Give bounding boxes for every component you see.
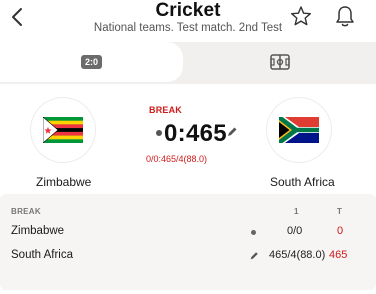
tab-bar: 2:0 bbox=[0, 42, 376, 84]
south-africa-flag bbox=[279, 117, 319, 143]
table-row[interactable]: Zimbabwe 0/0 0 bbox=[0, 222, 376, 246]
column-header-innings1: 1 bbox=[294, 207, 299, 216]
match-summary: Zimbabwe BREAK 0:465 0/0:465/4(88.0) Sou… bbox=[0, 84, 376, 194]
table-row[interactable]: South Africa 465/4(88.0) 465 bbox=[0, 246, 376, 270]
zimbabwe-flag bbox=[43, 117, 83, 143]
page-subtitle: National teams. Test match. 2nd Test bbox=[93, 22, 283, 34]
home-team-logo[interactable] bbox=[31, 98, 95, 162]
field-icon bbox=[269, 54, 290, 70]
page-title: Cricket bbox=[155, 0, 221, 21]
row-innings1: 465/4(88.0) bbox=[269, 249, 326, 261]
batting-dot-icon bbox=[156, 130, 162, 136]
table-status: BREAK bbox=[11, 207, 41, 216]
away-team-name[interactable]: South Africa bbox=[270, 175, 335, 189]
favorite-button[interactable] bbox=[290, 5, 312, 27]
row-innings1: 0/0 bbox=[287, 225, 303, 237]
tab-field[interactable] bbox=[183, 42, 376, 82]
tab-scoreboard[interactable]: 2:0 bbox=[0, 42, 183, 82]
home-team-name[interactable]: Zimbabwe bbox=[36, 175, 91, 189]
bell-icon bbox=[336, 6, 354, 27]
scoreboard-table: BREAK 1 T Zimbabwe 0/0 0 South Africa 46… bbox=[0, 194, 376, 290]
away-team-logo[interactable] bbox=[267, 98, 331, 162]
row-team-name: South Africa bbox=[11, 249, 74, 261]
scoreboard-icon: 2:0 bbox=[80, 55, 102, 69]
star-outline-icon bbox=[291, 6, 311, 26]
header: Cricket National teams. Test match. 2nd … bbox=[0, 0, 376, 42]
score-detail: 0/0:465/4(88.0) bbox=[146, 154, 208, 164]
pencil-icon bbox=[250, 252, 258, 260]
match-status: BREAK bbox=[149, 105, 183, 115]
pencil-icon bbox=[228, 127, 237, 136]
row-team-name: Zimbabwe bbox=[11, 225, 65, 237]
column-header-total: T bbox=[337, 207, 343, 216]
batting-dot-icon bbox=[251, 230, 256, 235]
match-score: 0:465 bbox=[164, 120, 227, 147]
notifications-button[interactable] bbox=[334, 4, 356, 28]
row-total: 0 bbox=[337, 225, 344, 237]
row-total: 465 bbox=[329, 249, 348, 261]
